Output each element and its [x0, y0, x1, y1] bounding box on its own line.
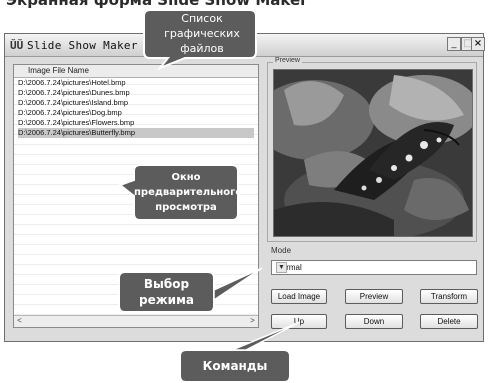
- callout-preview-line: предварительного: [134, 187, 243, 198]
- callout-file-list: Список графических файлов: [150, 11, 254, 56]
- callout-mode-line: режима: [139, 293, 194, 307]
- callout-preview-window: Окно предварительного просмотра: [134, 170, 243, 215]
- callout-mode-line: Выбор: [143, 277, 190, 291]
- callout-file-list-line: графических: [164, 27, 240, 40]
- callout-preview-line: просмотра: [155, 202, 217, 213]
- callout-commands: Команды: [202, 359, 268, 373]
- callout-pointer-mode: [213, 267, 263, 302]
- callout-layer: [117, 9, 301, 383]
- callout-preview-line: Окно: [171, 172, 201, 183]
- callout-file-list-line: файлов: [180, 42, 224, 55]
- callout-mode-select: Выбор режима: [119, 276, 214, 308]
- callout-file-list-line: Список: [181, 12, 223, 25]
- callout-pointer-commands: [231, 321, 301, 351]
